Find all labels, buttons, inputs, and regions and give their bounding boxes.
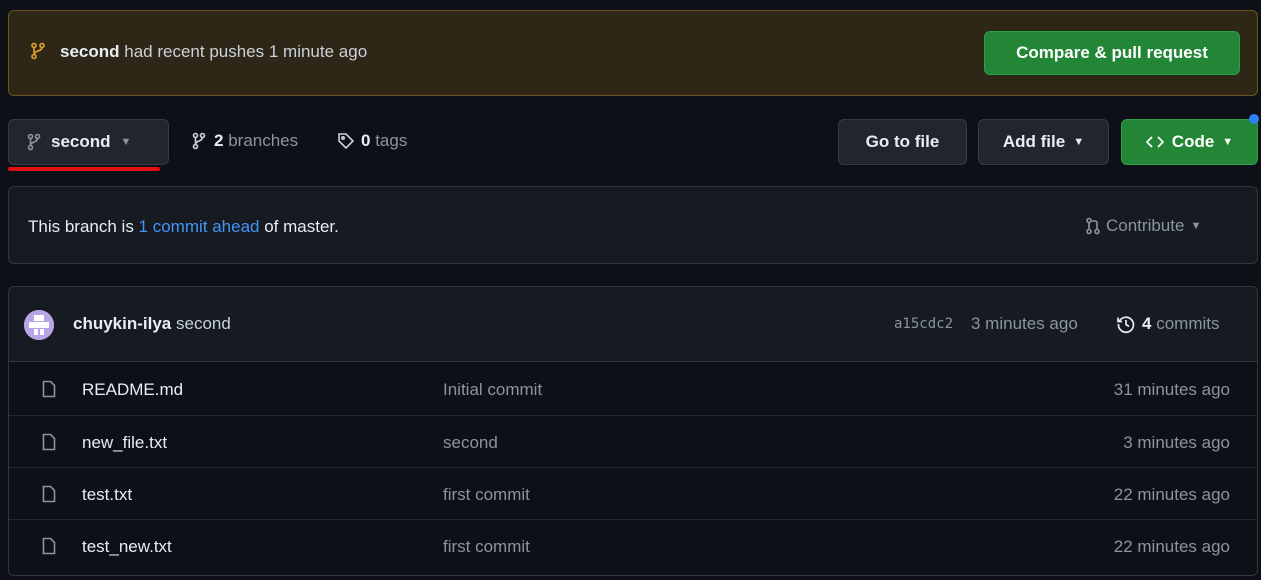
notification-dot bbox=[1249, 114, 1259, 124]
code-button[interactable]: Code ▼ bbox=[1121, 119, 1258, 165]
go-to-file-button[interactable]: Go to file bbox=[838, 119, 967, 165]
branch-status-text: This branch is 1 commit ahead of master. bbox=[28, 217, 339, 237]
tags-link[interactable]: 0 tags bbox=[337, 131, 407, 151]
history-icon bbox=[1116, 314, 1136, 334]
banner-text: second had recent pushes 1 minute ago bbox=[60, 42, 367, 62]
commits-history-link[interactable]: 4 commits bbox=[1116, 314, 1219, 334]
file-commit-message[interactable]: Initial commit bbox=[443, 380, 542, 400]
contribute-dropdown[interactable]: Contribute ▼ bbox=[1086, 216, 1201, 236]
file-name[interactable]: README.md bbox=[82, 380, 183, 400]
file-name[interactable]: new_file.txt bbox=[82, 433, 167, 453]
file-commit-time: 22 minutes ago bbox=[1113, 485, 1230, 504]
commit-info: chuykin-ilya second bbox=[73, 314, 231, 334]
compare-pull-request-button[interactable]: Compare & pull request bbox=[984, 31, 1240, 75]
commits-ahead-link[interactable]: 1 commit ahead bbox=[139, 217, 260, 236]
tags-label: tags bbox=[375, 131, 408, 150]
branches-label: branches bbox=[228, 131, 299, 150]
file-commit-time: 22 minutes ago bbox=[1113, 537, 1230, 556]
file-name[interactable]: test_new.txt bbox=[82, 537, 172, 557]
file-icon bbox=[42, 537, 56, 555]
pull-request-icon bbox=[1086, 217, 1100, 235]
red-annotation-underline bbox=[8, 167, 160, 171]
commit-time: 3 minutes ago bbox=[971, 314, 1078, 333]
file-commit-message[interactable]: second bbox=[443, 433, 498, 453]
banner-message: had recent pushes 1 minute ago bbox=[124, 42, 368, 61]
file-icon bbox=[42, 433, 56, 451]
commit-count: 4 bbox=[1142, 314, 1152, 333]
commit-message[interactable]: second bbox=[176, 314, 231, 333]
ahead-suffix: of master. bbox=[259, 217, 339, 236]
chevron-down-icon: ▼ bbox=[1190, 220, 1202, 232]
commit-sha[interactable]: a15cdc2 bbox=[894, 316, 953, 332]
branch-selector-button[interactable]: second ▼ bbox=[8, 119, 169, 165]
table-row: test_new.txt first commit 22 minutes ago bbox=[9, 519, 1257, 571]
branch-name: second bbox=[51, 132, 111, 151]
chevron-down-icon: ▼ bbox=[1222, 136, 1234, 148]
branch-icon bbox=[30, 42, 46, 60]
table-row: test.txt first commit 22 minutes ago bbox=[9, 467, 1257, 519]
branch-icon bbox=[192, 132, 206, 150]
file-icon bbox=[42, 380, 56, 398]
chevron-down-icon: ▼ bbox=[120, 136, 132, 148]
ahead-prefix: This branch is bbox=[28, 217, 139, 236]
code-icon bbox=[1145, 135, 1164, 149]
branch-count: 2 bbox=[214, 131, 224, 150]
file-commit-time: 31 minutes ago bbox=[1113, 380, 1230, 399]
avatar[interactable] bbox=[24, 310, 54, 340]
file-commit-time: 3 minutes ago bbox=[1123, 433, 1230, 452]
commits-label: commits bbox=[1156, 314, 1220, 333]
file-commit-message[interactable]: first commit bbox=[443, 485, 530, 505]
branch-icon bbox=[27, 133, 41, 151]
banner-branch-name[interactable]: second bbox=[60, 42, 120, 61]
add-file-button[interactable]: Add file ▼ bbox=[978, 119, 1109, 165]
file-commit-message[interactable]: first commit bbox=[443, 537, 530, 557]
code-label: Code bbox=[1171, 132, 1215, 151]
branches-link[interactable]: 2 branches bbox=[192, 131, 298, 151]
add-file-label: Add file bbox=[1002, 132, 1066, 151]
tag-icon bbox=[337, 132, 355, 150]
table-row: README.md Initial commit 31 minutes ago bbox=[9, 363, 1257, 415]
commit-author[interactable]: chuykin-ilya bbox=[73, 314, 171, 333]
chevron-down-icon: ▼ bbox=[1073, 136, 1085, 148]
table-row: new_file.txt second 3 minutes ago bbox=[9, 415, 1257, 467]
file-icon bbox=[42, 485, 56, 503]
file-name[interactable]: test.txt bbox=[82, 485, 132, 505]
contribute-label: Contribute bbox=[1106, 216, 1185, 235]
tag-count: 0 bbox=[361, 131, 371, 150]
